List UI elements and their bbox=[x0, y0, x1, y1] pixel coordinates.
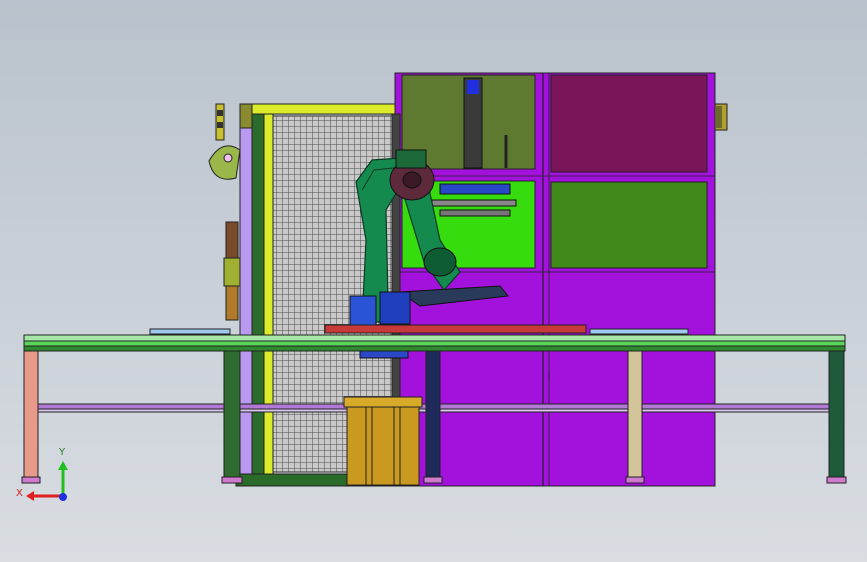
red-plate bbox=[324, 324, 587, 334]
robot-elbow-joint bbox=[423, 247, 457, 277]
guard-post-outer bbox=[239, 103, 253, 485]
assembly-drawing[interactable]: X Y bbox=[0, 0, 867, 562]
axis-y-label: Y bbox=[58, 447, 66, 458]
leg-4 bbox=[627, 350, 643, 478]
leg-5 bbox=[828, 350, 845, 478]
gripper-plate bbox=[439, 183, 511, 195]
cad-viewport[interactable]: X Y bbox=[0, 0, 867, 562]
guard-top-rail bbox=[251, 103, 396, 115]
guard-post-green bbox=[251, 113, 265, 485]
leg-3 bbox=[425, 350, 441, 478]
axis-x-label: X bbox=[16, 488, 23, 499]
conveyor-rail bbox=[23, 340, 846, 347]
parts-bin bbox=[343, 396, 423, 486]
leg-2 bbox=[223, 350, 241, 478]
leg-1 bbox=[23, 350, 39, 478]
bin-body bbox=[346, 406, 420, 486]
guard-post-yellow bbox=[263, 113, 274, 485]
cabinet-window-top-right bbox=[550, 74, 708, 173]
table-top bbox=[23, 334, 846, 342]
cabinet-window-mid-right bbox=[550, 181, 708, 269]
